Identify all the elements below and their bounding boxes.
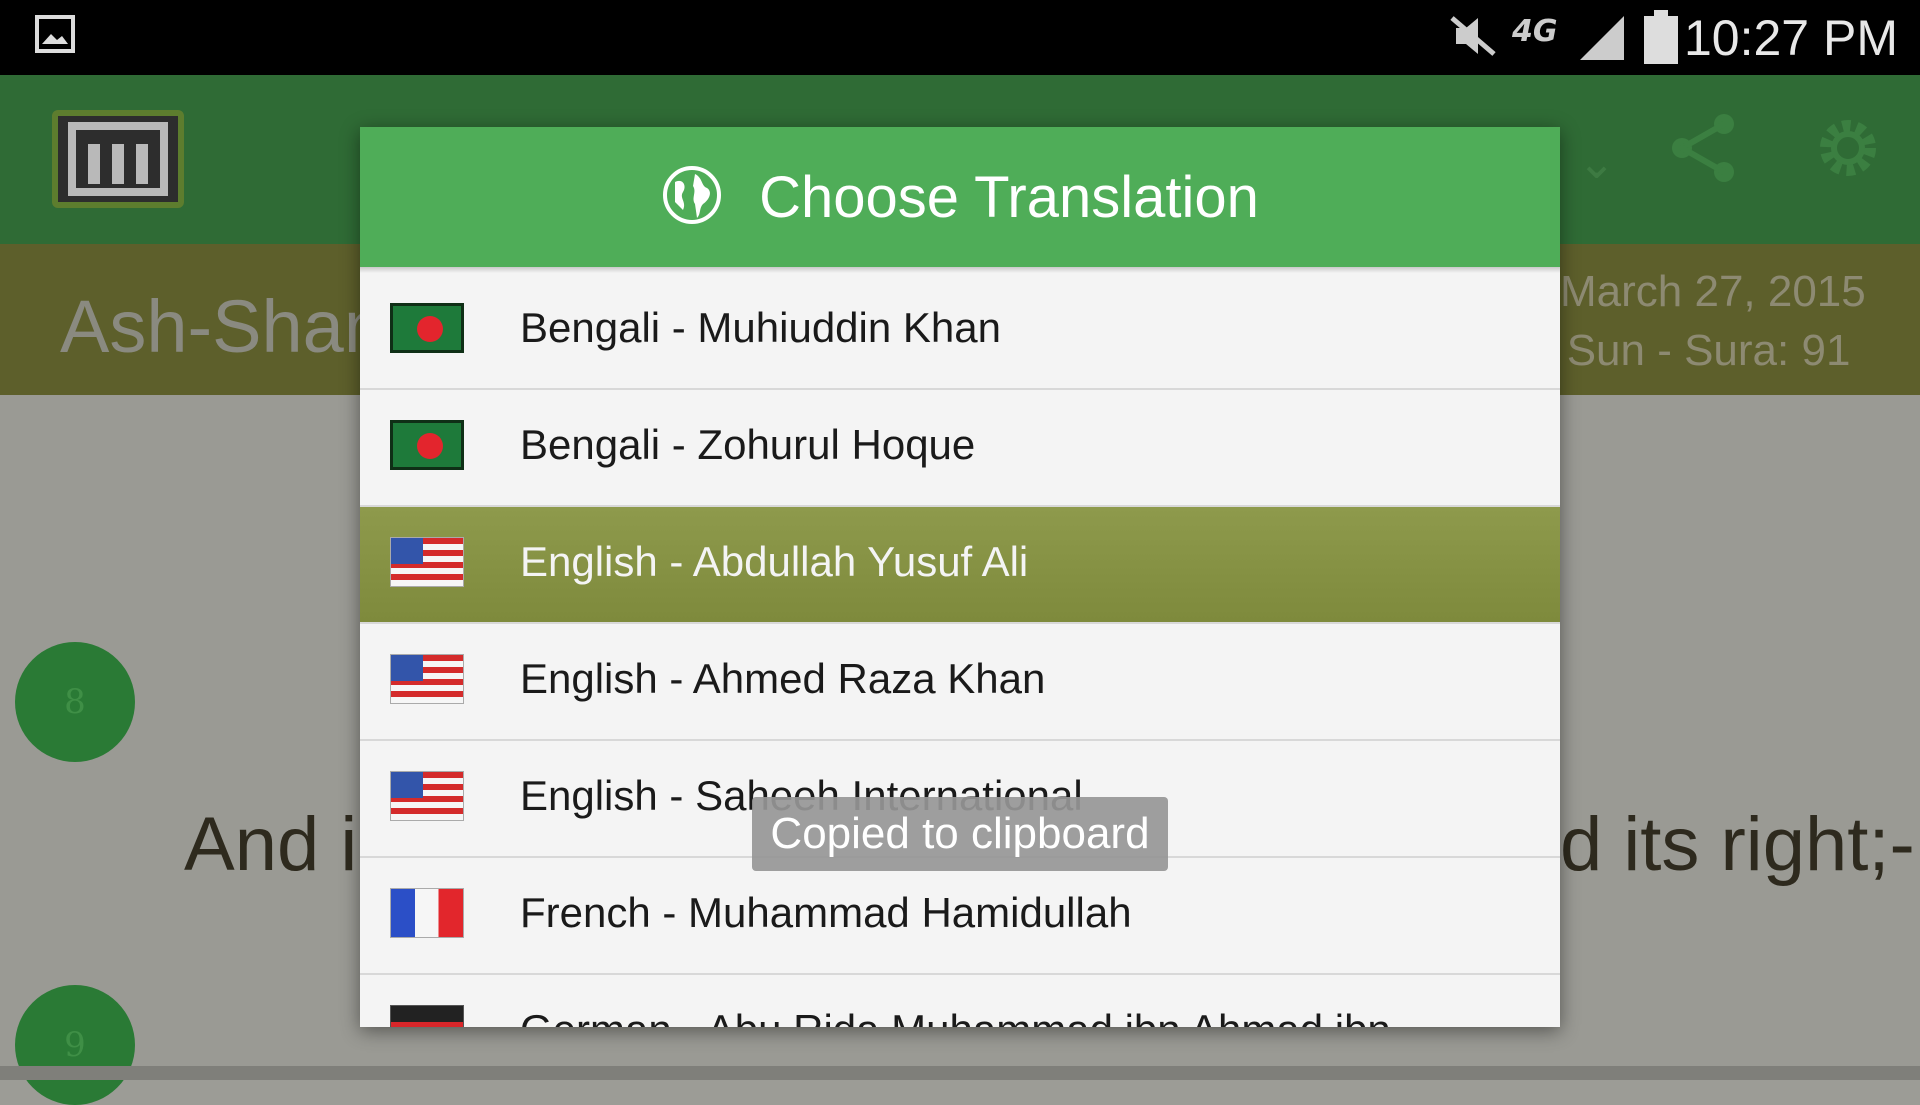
translation-item[interactable]: German - Abu Rida Muhammad ibn Ahmad ibn xyxy=(360,975,1560,1027)
verse-number: 9 xyxy=(64,1025,86,1065)
translation-item[interactable]: Bengali - Zohurul Hoque xyxy=(360,390,1560,507)
translation-list[interactable]: Bengali - Muhiuddin Khan Bengali - Zohur… xyxy=(360,273,1560,1027)
germany-flag-icon xyxy=(390,1005,464,1027)
status-bar: 4G 10:27 PM xyxy=(0,0,1920,75)
battery-icon xyxy=(1644,10,1678,68)
date-label: March 27, 2015 xyxy=(1560,267,1866,316)
verse-number-badge[interactable]: 8 xyxy=(15,642,135,762)
settings-gear-icon[interactable] xyxy=(1814,114,1882,186)
sura-info-label: e Sun - Sura: 91 xyxy=(1530,326,1851,375)
bangladesh-flag-icon xyxy=(390,420,464,470)
translation-item[interactable]: Bengali - Muhiuddin Khan xyxy=(360,273,1560,390)
translation-label: German - Abu Rida Muhammad ibn Ahmad ibn xyxy=(520,1001,1391,1027)
usa-flag-icon xyxy=(390,771,464,821)
image-icon xyxy=(34,14,76,58)
toast-text: Copied to clipboard xyxy=(770,809,1150,858)
choose-translation-dialog: Choose Translation Bengali - Muhiuddin K… xyxy=(360,127,1560,1027)
app-logo[interactable] xyxy=(52,110,184,208)
verse-translation-text: And i xyxy=(184,802,358,887)
chevron-down-icon: ⌄ xyxy=(1577,135,1616,189)
bottom-strip xyxy=(0,1066,1920,1080)
translation-label: English - Abdullah Yusuf Ali xyxy=(520,538,1029,585)
france-flag-icon xyxy=(390,888,464,938)
translation-item[interactable]: English - Ahmed Raza Khan xyxy=(360,624,1560,741)
translation-label: French - Muhammad Hamidullah xyxy=(520,889,1132,936)
verse-translation-text: d its right;- xyxy=(1560,802,1915,887)
bangladesh-flag-icon xyxy=(390,303,464,353)
toast-message: Copied to clipboard xyxy=(752,797,1168,871)
4g-lte-icon: 4G xyxy=(1512,14,1558,49)
dialog-title: Choose Translation xyxy=(759,164,1259,230)
usa-flag-icon xyxy=(390,654,464,704)
translation-item-selected[interactable]: English - Abdullah Yusuf Ali xyxy=(360,507,1560,624)
translation-label: Bengali - Muhiuddin Khan xyxy=(520,304,1001,351)
dialog-header: Choose Translation xyxy=(360,127,1560,267)
translation-label: Bengali - Zohurul Hoque xyxy=(520,421,976,468)
translation-label: English - Ahmed Raza Khan xyxy=(520,655,1046,702)
surah-title: Ash-Shan xyxy=(60,285,385,368)
verse-number-badge[interactable]: 9 xyxy=(15,985,135,1105)
usa-flag-icon xyxy=(390,537,464,587)
mute-icon xyxy=(1448,14,1498,62)
translation-item[interactable]: French - Muhammad Hamidullah xyxy=(360,858,1560,975)
globe-icon xyxy=(661,164,723,230)
status-time: 10:27 PM xyxy=(1683,10,1898,66)
share-icon[interactable] xyxy=(1668,112,1738,188)
verse-number: 8 xyxy=(64,682,86,722)
signal-icon xyxy=(1578,14,1626,66)
